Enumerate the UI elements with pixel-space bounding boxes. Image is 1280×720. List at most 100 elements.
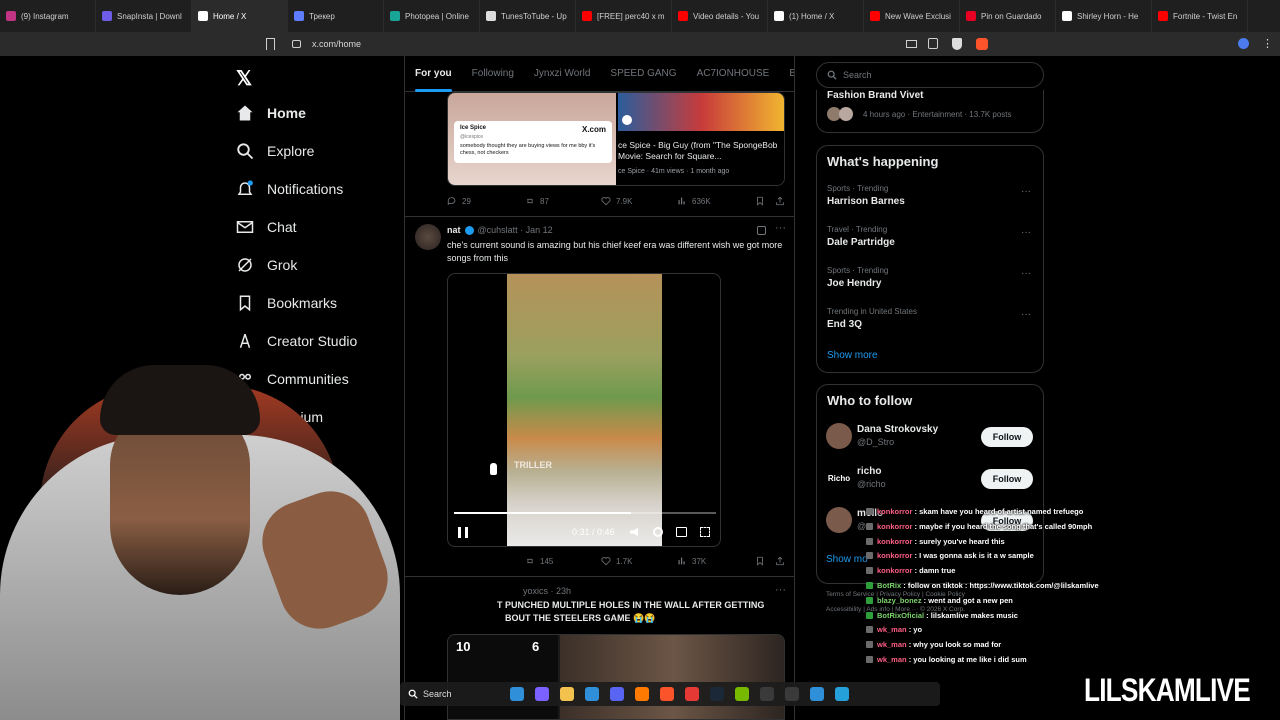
taskbar-app-icon[interactable] [560, 687, 574, 701]
profile-icon[interactable] [1238, 38, 1249, 49]
taskbar-app-icon[interactable] [685, 687, 699, 701]
timeline-tab[interactable]: SPEED GANG [600, 56, 686, 92]
browser-tab[interactable]: Video details - You [672, 0, 768, 32]
follow-name[interactable]: Dana Strokovsky [857, 424, 938, 435]
browser-tab[interactable]: (1) Home / X [768, 0, 864, 32]
top-trend-card[interactable]: Fashion Brand Vivet 4 hours ago · Entert… [816, 90, 1044, 133]
timeline-tab[interactable]: For you [405, 56, 462, 92]
post1-media[interactable]: Ice Spice X.com @icespice somebody thoug… [447, 92, 785, 186]
shield-icon[interactable] [952, 38, 962, 50]
post1-image-left[interactable]: Ice Spice X.com @icespice somebody thoug… [448, 93, 616, 185]
trend-more-icon[interactable]: ··· [1021, 186, 1031, 197]
browser-tab[interactable]: New Wave Exclusi [864, 0, 960, 32]
browser-tab[interactable]: (9) Instagram [0, 0, 96, 32]
nav-creator-studio[interactable]: Creator Studio [236, 332, 357, 350]
show-more-link[interactable]: Show more [827, 350, 878, 361]
post2-bookmark[interactable] [755, 556, 765, 566]
post1-bookmark[interactable] [755, 196, 765, 206]
post2-like[interactable]: 1.7K [601, 556, 632, 566]
nav-notifications[interactable]: Notifications [236, 180, 343, 198]
taskbar-app-icon[interactable] [735, 687, 749, 701]
nav-bookmarks[interactable]: Bookmarks [236, 294, 337, 312]
post3-more-icon[interactable]: ··· [775, 584, 786, 596]
trend-more-icon[interactable]: ··· [1021, 227, 1031, 238]
extension-badge-icon[interactable] [976, 38, 988, 50]
post1-youtube-embed[interactable]: ce Spice - Big Guy (from "The SpongeBob … [618, 93, 784, 185]
nav-explore[interactable]: Explore [236, 142, 314, 160]
nav-grok[interactable]: Grok [236, 256, 297, 274]
taskbar-search[interactable]: Search [404, 686, 504, 702]
taskbar-app-icon[interactable] [610, 687, 624, 701]
taskbar-app-icon[interactable] [585, 687, 599, 701]
nav-home[interactable]: Home [236, 104, 306, 122]
browser-tab[interactable]: Shirley Horn - He [1056, 0, 1152, 32]
show-more-follow-link[interactable]: Show mo [826, 554, 868, 565]
follow-button[interactable]: Follow [981, 427, 1033, 447]
taskbar-app-icon[interactable] [535, 687, 549, 701]
follow-avatar[interactable] [826, 423, 852, 449]
fullscreen-icon[interactable] [700, 527, 710, 537]
post2-repost[interactable]: 145 [525, 556, 553, 566]
post1-views[interactable]: 636K [677, 196, 711, 206]
video-progress-track[interactable] [454, 512, 716, 514]
post1-share[interactable] [775, 196, 785, 206]
timeline-tab[interactable]: B [779, 56, 794, 92]
timeline-tab[interactable]: Jynxzi World [524, 56, 601, 92]
post1-reply[interactable]: 29 [447, 196, 471, 206]
follow-name[interactable]: richo [857, 466, 881, 477]
taskbar-app-icon[interactable] [785, 687, 799, 701]
browser-tab[interactable]: Трекер [288, 0, 384, 32]
post2-video-player[interactable]: TRILLER 0:31 / 0:46 [447, 273, 721, 547]
browser-tab[interactable]: Photopea | Online [384, 0, 480, 32]
taskbar-app-icon[interactable] [760, 687, 774, 701]
post2-views[interactable]: 37K [677, 556, 706, 566]
trend-name[interactable]: Dale Partridge [827, 237, 895, 248]
trend-name[interactable]: Joe Hendry [827, 278, 881, 289]
install-app-icon[interactable] [906, 40, 917, 48]
taskbar-app-icon[interactable] [835, 687, 849, 701]
post2-author-name[interactable]: nat [447, 225, 461, 235]
trend-name[interactable]: End 3Q [827, 319, 862, 330]
taskbar-app-icon[interactable] [810, 687, 824, 701]
browser-tab[interactable]: [FREE] perc40 x m [576, 0, 672, 32]
taskbar-app-icon[interactable] [660, 687, 674, 701]
post2-handle-time[interactable]: @cuhslatt · Jan 12 [478, 225, 553, 235]
trend-name[interactable]: Harrison Barnes [827, 196, 905, 207]
taskbar-app-icon[interactable] [710, 687, 724, 701]
post1-like[interactable]: 7.9K [601, 196, 632, 206]
trend-more-icon[interactable]: ··· [1021, 309, 1031, 320]
browser-tab[interactable]: Pin on Guardado [960, 0, 1056, 32]
search-box[interactable]: Search [816, 62, 1044, 88]
url-field[interactable]: x.com/home [312, 39, 361, 49]
timeline-tab[interactable]: AC7IONHOUSE [687, 56, 780, 92]
post1-repost[interactable]: 87 [525, 196, 549, 206]
post2-more-icon[interactable]: ··· [775, 222, 786, 234]
post2-share[interactable] [775, 556, 785, 566]
share-icon[interactable] [928, 38, 938, 49]
x-logo-icon[interactable]: 𝕏 [236, 66, 252, 91]
grok-post-icon[interactable] [757, 226, 766, 235]
settings-gear-icon[interactable] [653, 527, 663, 537]
menu-icon[interactable]: ⋮ [1262, 37, 1273, 50]
timeline-tab[interactable]: Following [462, 56, 524, 92]
pause-icon[interactable] [458, 527, 468, 538]
post2-avatar[interactable] [415, 224, 441, 250]
trend-more-icon[interactable]: ··· [1021, 268, 1031, 279]
taskbar-app-icon[interactable] [635, 687, 649, 701]
post3-media[interactable]: 10 6 [447, 634, 785, 720]
nav-chat[interactable]: Chat [236, 218, 297, 236]
browser-tab[interactable]: SnapInsta | Downl [96, 0, 192, 32]
post1-embed-meta: ce Spice · 41m views · 1 month ago [618, 168, 730, 175]
post3-handle-time[interactable]: yoxics · 23h [523, 586, 571, 596]
site-settings-icon[interactable] [292, 40, 301, 48]
browser-tab[interactable]: Home / X [192, 0, 288, 32]
bookmark-icon[interactable] [266, 38, 275, 50]
follow-button[interactable]: Follow [981, 469, 1033, 489]
follow-avatar[interactable]: Richo [826, 465, 852, 491]
follow-avatar[interactable] [826, 507, 852, 533]
browser-tab[interactable]: TunesToTube - Up [480, 0, 576, 32]
picture-in-picture-icon[interactable] [676, 527, 687, 537]
taskbar-app-icon[interactable] [510, 687, 524, 701]
browser-tab[interactable]: Fortnite - Twist En [1152, 0, 1248, 32]
play-icon[interactable] [622, 115, 632, 125]
